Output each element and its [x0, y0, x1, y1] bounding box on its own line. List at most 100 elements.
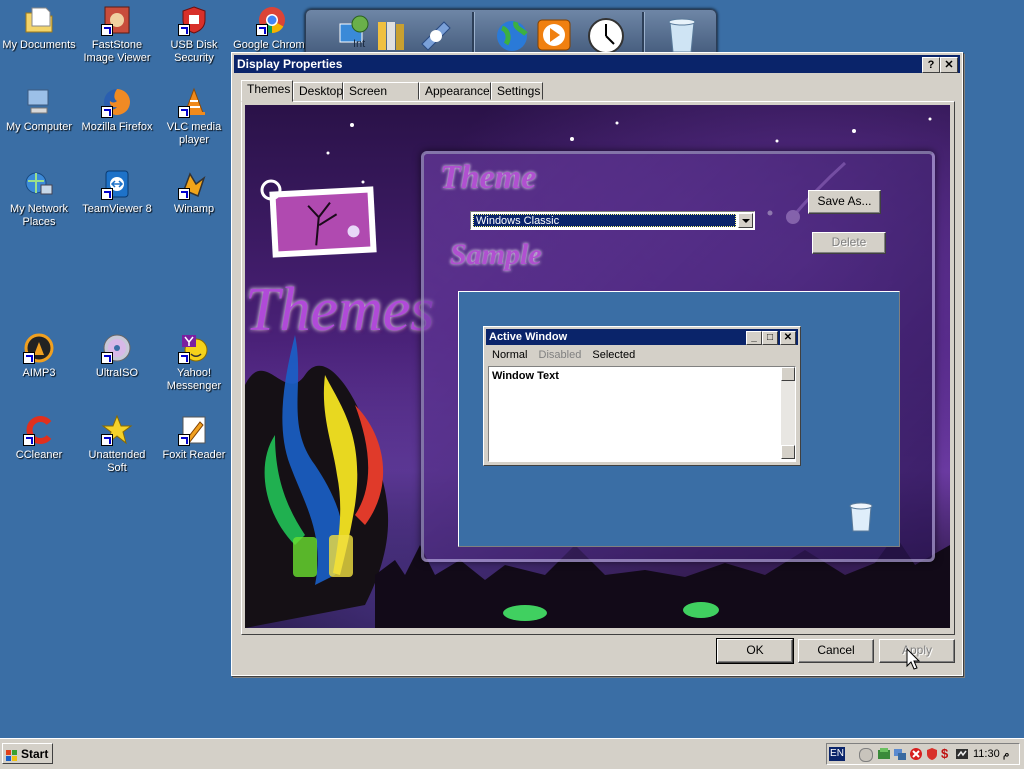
- ok-button[interactable]: OK: [716, 638, 794, 664]
- icon-label: AIMP3: [22, 367, 56, 379]
- quick-launch-separator: [642, 12, 645, 52]
- chrome-icon: [256, 4, 288, 36]
- maximize-icon: □: [762, 331, 778, 345]
- desktop-icon-faststone[interactable]: FastStone Image Viewer: [78, 4, 156, 65]
- taskbar: Start EN $ 11:30 م: [0, 738, 1024, 769]
- tray-network-icon[interactable]: [893, 747, 907, 764]
- desktop-icon-my-network-places[interactable]: My Network Places: [0, 168, 78, 229]
- tray-media-icon[interactable]: [955, 747, 969, 764]
- aimp-icon: [23, 332, 55, 364]
- start-button[interactable]: Start: [2, 743, 53, 764]
- desktop-icon-winamp[interactable]: Winamp: [155, 168, 233, 216]
- themes-tab-panel: Themes Theme Windows Classic Save As... …: [241, 101, 955, 635]
- sample-recycle-bin-icon: [849, 502, 873, 535]
- winamp-icon: [178, 168, 210, 200]
- desktop-icon-firefox[interactable]: Mozilla Firefox: [78, 86, 156, 134]
- icon-label: Winamp: [173, 203, 215, 215]
- scroll-up-icon: [781, 367, 795, 381]
- sample-menu-normal: Normal: [492, 349, 528, 361]
- mouse-cursor: [906, 647, 921, 673]
- tray-dollar-icon[interactable]: $: [941, 746, 948, 761]
- network-icon: [23, 168, 55, 200]
- cancel-button[interactable]: Cancel: [798, 639, 874, 663]
- quick-launch-separator: [472, 12, 475, 52]
- globe-icon[interactable]: [492, 14, 532, 54]
- theme-sample-preview: Active Window _ □ ✕ Normal Disabled Sele…: [458, 291, 900, 547]
- sample-menu-bar: Normal Disabled Selected: [488, 348, 639, 362]
- icon-label: FastStone Image Viewer: [83, 39, 151, 64]
- tray-error-icon[interactable]: [909, 747, 923, 764]
- recycle-bin-icon[interactable]: [662, 14, 702, 54]
- icon-label: TeamViewer 8: [82, 203, 152, 215]
- icon-label: Yahoo! Messenger: [166, 367, 222, 392]
- icon-label: Mozilla Firefox: [81, 121, 153, 133]
- icon-label: Unattended Soft: [88, 449, 146, 474]
- icon-label: VLC media player: [166, 121, 222, 146]
- icon-label: CCleaner: [15, 449, 63, 461]
- computer-icon: [23, 86, 55, 118]
- desktop-icon-aimp3[interactable]: AIMP3: [0, 332, 78, 380]
- clock-icon[interactable]: [584, 14, 624, 54]
- desktop-icon-ultraiso[interactable]: UltraISO: [78, 332, 156, 380]
- quick-launch-partial-label: Int: [353, 38, 366, 50]
- desktop-icon-google-chrome[interactable]: Google Chrome: [233, 4, 311, 52]
- close-button[interactable]: ✕: [940, 57, 958, 73]
- start-label: Start: [21, 747, 49, 761]
- tab-settings[interactable]: Settings: [491, 82, 543, 100]
- themes-artwork: Themes Theme Windows Classic Save As... …: [245, 105, 950, 628]
- books-icon[interactable]: [372, 14, 412, 54]
- yahoo-icon: [178, 332, 210, 364]
- desktop-icon-usb-disk-security[interactable]: USB Disk Security: [155, 4, 233, 65]
- tab-appearance[interactable]: Appearance: [419, 82, 491, 100]
- tab-desktop[interactable]: Desktop: [293, 82, 343, 100]
- foxit-icon: [178, 414, 210, 446]
- sample-heading: Sample: [450, 238, 542, 271]
- icon-label: My Documents: [2, 39, 76, 51]
- sample-window-text: Window Text: [492, 370, 559, 382]
- sample-menu-selected: Selected: [592, 349, 636, 361]
- clock[interactable]: 11:30 م: [973, 747, 1010, 761]
- media-play-icon[interactable]: [534, 14, 574, 54]
- shield-icon: [178, 4, 210, 36]
- icon-label: Foxit Reader: [162, 449, 226, 461]
- window-title: Display Properties: [237, 57, 343, 71]
- theme-select[interactable]: Windows Classic: [470, 211, 755, 230]
- tray-shield-icon[interactable]: [925, 747, 939, 764]
- cd-drive-icon[interactable]: [416, 14, 456, 54]
- sample-window-titlebar: Active Window _ □ ✕: [486, 329, 798, 345]
- chevron-down-icon[interactable]: [738, 213, 753, 228]
- tab-themes[interactable]: Themes: [241, 80, 293, 102]
- sample-text-area: Window Text: [488, 366, 796, 462]
- theme-heading: Theme: [440, 159, 537, 196]
- system-tray: EN $ 11:30 م: [826, 743, 1020, 765]
- window-titlebar[interactable]: Display Properties ? ✕: [234, 55, 960, 73]
- tray-app-icon[interactable]: [877, 747, 891, 764]
- desktop-icon-vlc[interactable]: VLC media player: [155, 86, 233, 147]
- help-button[interactable]: ?: [922, 57, 940, 73]
- save-as-button[interactable]: Save As...: [808, 190, 881, 214]
- sample-active-window: Active Window _ □ ✕ Normal Disabled Sele…: [483, 326, 801, 466]
- theme-select-value: Windows Classic: [473, 214, 736, 227]
- firefox-icon: [101, 86, 133, 118]
- desktop-icon-my-computer[interactable]: My Computer: [0, 86, 78, 134]
- icon-label: My Network Places: [9, 203, 69, 228]
- desktop-icon-foxit-reader[interactable]: Foxit Reader: [155, 414, 233, 462]
- desktop-icon-my-documents[interactable]: My Documents: [0, 4, 78, 52]
- icon-label: USB Disk Security: [170, 39, 218, 64]
- icon-label: Google Chrome: [233, 39, 311, 51]
- desktop-icon-yahoo-messenger[interactable]: Yahoo! Messenger: [155, 332, 233, 393]
- desktop-icon-teamviewer[interactable]: TeamViewer 8: [78, 168, 156, 216]
- language-indicator[interactable]: EN: [829, 747, 845, 761]
- desktop-icon-ccleaner[interactable]: CCleaner: [0, 414, 78, 462]
- desktop-icon-unattended-soft[interactable]: Unattended Soft: [78, 414, 156, 475]
- sample-menu-disabled: Disabled: [538, 349, 582, 361]
- tray-chevron-icon[interactable]: [859, 748, 873, 762]
- faststone-icon: [101, 4, 133, 36]
- minimize-icon: _: [746, 331, 762, 345]
- tab-screen-saver[interactable]: Screen Saver: [343, 82, 419, 115]
- sample-window-title: Active Window: [489, 331, 568, 343]
- vlc-cone-icon: [178, 86, 210, 118]
- teamviewer-icon: [101, 168, 133, 200]
- close-icon: ✕: [780, 331, 796, 345]
- delete-button[interactable]: Delete: [812, 232, 886, 254]
